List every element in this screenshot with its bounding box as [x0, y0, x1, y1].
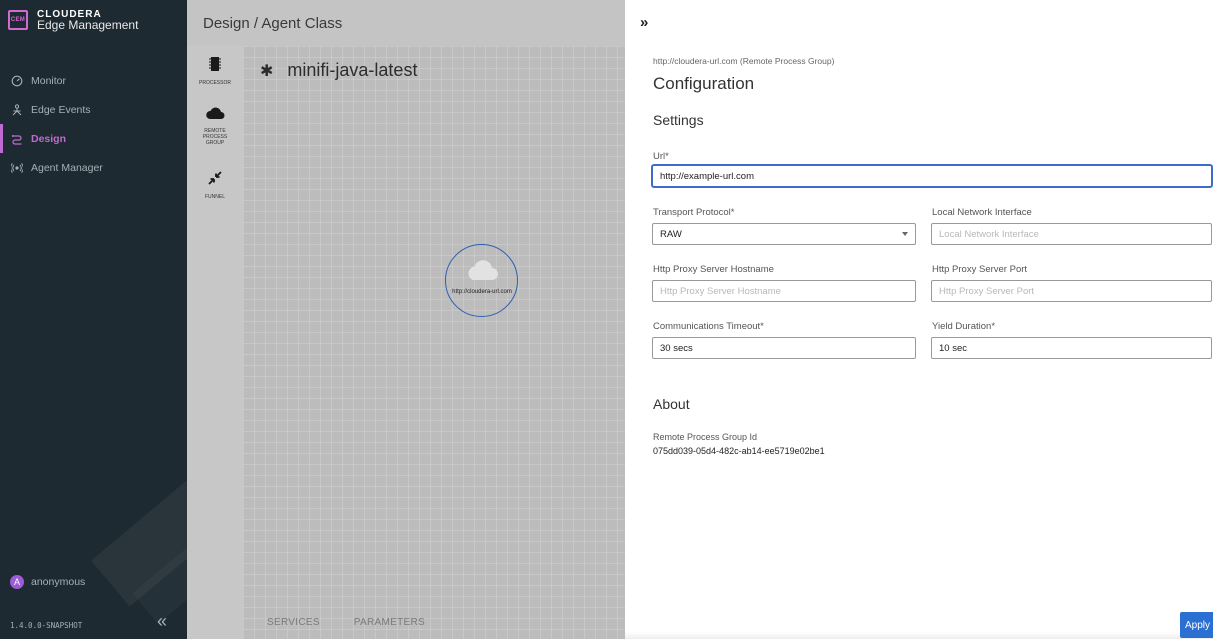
- yield-duration-label: Yield Duration*: [932, 321, 996, 332]
- topbar: Design / Agent Class: [187, 0, 625, 46]
- cloud-icon: [206, 107, 225, 119]
- rpg-id-label: Remote Process Group Id: [653, 432, 758, 442]
- palette-label: REMOTE PROCESS GROUP: [202, 128, 228, 146]
- sidebar-item-label: Edge Events: [31, 103, 91, 116]
- panel-divider: [625, 632, 1213, 639]
- expand-panel-icon[interactable]: »: [640, 14, 648, 31]
- proxy-port-label: Http Proxy Server Port: [932, 264, 1028, 275]
- apply-button[interactable]: Apply: [1180, 612, 1213, 638]
- proxy-port-input[interactable]: [931, 280, 1212, 302]
- sidebar-item-monitor[interactable]: Monitor: [0, 66, 187, 95]
- palette-funnel[interactable]: FUNNEL: [187, 170, 243, 200]
- cloud-icon: [468, 260, 498, 280]
- rpg-id-value: 075dd039-05d4-482c-ab14-ee5719e02be1: [653, 446, 825, 456]
- chevron-down-icon: [902, 232, 908, 236]
- proxy-hostname-input[interactable]: [652, 280, 916, 302]
- tab-services[interactable]: SERVICES: [267, 617, 320, 628]
- flow-canvas[interactable]: [243, 46, 625, 639]
- agent-manager-icon: [10, 161, 24, 175]
- flow-title: ✱ minifi-java-latest: [260, 60, 417, 81]
- palette-processor[interactable]: PROCESSOR: [187, 56, 243, 86]
- sidebar-item-agent-manager[interactable]: Agent Manager: [0, 153, 187, 182]
- proxy-hostname-label: Http Proxy Server Hostname: [653, 264, 774, 275]
- remote-process-group-node[interactable]: [445, 244, 518, 317]
- cem-logo-icon: CEM: [8, 10, 28, 30]
- avatar: A: [10, 575, 24, 589]
- local-network-interface-input[interactable]: [931, 223, 1212, 245]
- sidebar-item-label: Monitor: [31, 74, 67, 87]
- communications-timeout-input[interactable]: [652, 337, 916, 359]
- node-label: http://cloudera-url.com: [452, 289, 512, 295]
- palette-label: FUNNEL: [204, 194, 225, 200]
- transport-protocol-value: RAW: [660, 228, 682, 240]
- about-heading: About: [653, 396, 690, 412]
- breadcrumb: Design / Agent Class: [203, 15, 343, 32]
- collapse-sidebar-icon[interactable]: «: [157, 612, 167, 630]
- palette-remote-process-group[interactable]: REMOTE PROCESS GROUP: [187, 106, 243, 146]
- sidebar-item-edge-events[interactable]: Edge Events: [0, 95, 187, 124]
- palette-label: PROCESSOR: [199, 80, 231, 86]
- transport-protocol-select[interactable]: RAW: [652, 223, 916, 245]
- url-input[interactable]: [652, 165, 1212, 187]
- panel-title: Configuration: [653, 74, 755, 93]
- url-label: Url*: [653, 151, 669, 162]
- events-icon: [10, 103, 24, 117]
- user-menu[interactable]: A anonymous: [10, 575, 85, 589]
- yield-duration-input[interactable]: [931, 337, 1212, 359]
- configuration-panel: » http://cloudera-url.com (Remote Proces…: [625, 0, 1213, 639]
- communications-timeout-label: Communications Timeout*: [653, 321, 764, 332]
- panel-subtitle: http://cloudera-url.com (Remote Process …: [653, 56, 835, 66]
- sidebar-nav: Monitor Edge Events Design Agent Manager: [0, 66, 187, 182]
- transport-protocol-label: Transport Protocol*: [653, 207, 735, 218]
- sidebar-item-label: Design: [31, 132, 67, 145]
- component-palette: PROCESSOR REMOTE PROCESS GROUP FUNNEL: [187, 46, 243, 639]
- user-name: anonymous: [31, 576, 86, 588]
- unsaved-star-icon: ✱: [260, 62, 274, 80]
- flow-name: minifi-java-latest: [287, 60, 418, 80]
- funnel-icon: [208, 171, 222, 185]
- settings-heading: Settings: [653, 112, 704, 128]
- gauge-icon: [10, 74, 24, 88]
- canvas-bottom-tabs: SERVICES PARAMETERS: [267, 617, 459, 628]
- version-label: 1.4.0.0-SNAPSHOT: [10, 621, 83, 630]
- processor-icon: [209, 57, 221, 71]
- brand-product: Edge Management: [37, 18, 139, 32]
- main-area: Design / Agent Class PROCESSOR REMOTE PR…: [187, 0, 625, 639]
- local-network-interface-label: Local Network Interface: [932, 207, 1032, 218]
- brand[interactable]: CEM CLOUDERA Edge Management: [8, 9, 138, 31]
- design-icon: [10, 132, 24, 146]
- sidebar: CEM CLOUDERA Edge Management Monitor Edg…: [0, 0, 187, 639]
- tab-parameters[interactable]: PARAMETERS: [354, 617, 425, 628]
- sidebar-item-label: Agent Manager: [31, 161, 103, 174]
- sidebar-item-design[interactable]: Design: [0, 124, 187, 153]
